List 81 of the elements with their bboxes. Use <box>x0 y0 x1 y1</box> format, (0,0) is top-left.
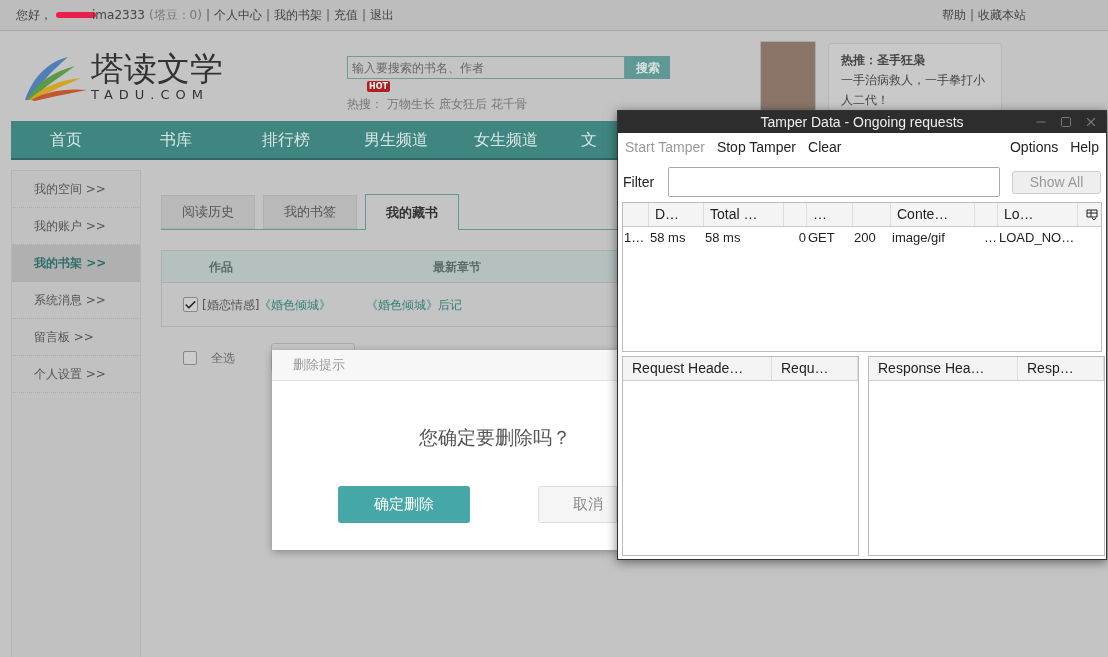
table-cell-text: 200 <box>853 229 877 248</box>
column-header[interactable]: Resp… <box>1027 358 1074 379</box>
sidebar-item[interactable]: 个人设置 >> <box>12 356 140 393</box>
column-chooser-icon[interactable] <box>1086 209 1098 221</box>
book-genre: [婚恋情感] <box>202 296 260 314</box>
tab[interactable]: 我的书签 <box>263 195 357 229</box>
nav-link[interactable]: 男生频道 <box>341 127 451 152</box>
column-header[interactable]: Total … <box>710 204 758 225</box>
search-field[interactable]: 输入要搜索的书名、作者 <box>347 56 625 79</box>
logo-title: 塔读文学 <box>91 51 223 87</box>
hot-search-label: 热搜： <box>347 96 383 113</box>
column-header[interactable]: D… <box>655 204 680 225</box>
menu-item[interactable]: Options <box>1009 136 1059 158</box>
confirm-delete-button[interactable]: 确定删除 <box>338 485 470 523</box>
column-header[interactable]: Response Hea… <box>878 358 985 379</box>
dialog-title: 删除提示 <box>293 356 345 375</box>
separator: | <box>969 7 974 24</box>
maximize-icon[interactable] <box>1060 116 1072 128</box>
nav-link[interactable]: 女生频道 <box>451 127 561 152</box>
column-header: 作品 <box>209 258 234 276</box>
separator: | <box>265 7 270 24</box>
latest-chapter-link[interactable]: 《婚色倾城》后记 <box>366 295 463 314</box>
promo-text: 一手治病救人，一手拳打小人二代！ <box>841 72 986 109</box>
separator: | <box>205 7 210 24</box>
menu-item[interactable]: Clear <box>808 136 842 158</box>
top-link[interactable]: 个人中心 <box>213 6 262 24</box>
column-header[interactable]: Request Heade… <box>632 358 744 379</box>
nav-link[interactable]: 首页 <box>11 127 121 152</box>
sidebar-item[interactable]: 留言板 >> <box>12 319 140 356</box>
table-cell-text: LOAD_NO… <box>998 229 1076 248</box>
hot-search-link[interactable]: 花千骨 <box>491 95 527 113</box>
hot-search-link[interactable]: 庶女狂后 <box>439 95 487 113</box>
sidebar-item[interactable]: 系统消息 >> <box>12 282 140 319</box>
nav-link[interactable]: 书库 <box>121 127 231 152</box>
column-header[interactable]: Conte… <box>897 204 949 225</box>
top-link[interactable]: 充值 <box>334 6 359 24</box>
search-button[interactable]: 搜索 <box>625 56 670 79</box>
book-title-link[interactable]: 《婚色倾城》 <box>259 295 365 314</box>
checkbox[interactable] <box>183 297 198 312</box>
top-link[interactable]: 收藏本站 <box>978 6 1026 24</box>
top-link[interactable]: 退出 <box>370 6 395 24</box>
table-cell-text: 58 ms <box>704 229 742 248</box>
table-cell-text: 58 ms <box>649 229 687 248</box>
tab[interactable]: 阅读历史 <box>161 195 255 229</box>
column-header[interactable]: … <box>813 204 827 225</box>
column-header[interactable]: Lo… <box>1004 204 1034 225</box>
hot-badge: HOT <box>367 81 390 92</box>
checkbox[interactable] <box>183 351 197 365</box>
column-header[interactable]: Requ… <box>781 358 829 379</box>
select-all-label: 全选 <box>211 350 235 367</box>
sidebar-item[interactable]: 我的书架 >> <box>12 245 140 282</box>
table-cell-text: … <box>983 229 998 248</box>
greeting: 您好， <box>16 7 52 24</box>
nav-link[interactable]: 排行榜 <box>231 127 341 152</box>
filter-field[interactable] <box>668 167 1000 197</box>
top-link[interactable]: 我的书架 <box>274 6 322 24</box>
username: ima2333 <box>92 7 145 24</box>
book-cover-photo <box>760 41 816 111</box>
table-cell-text: 1… <box>623 229 646 248</box>
close-icon[interactable] <box>1084 115 1098 129</box>
table-cell-text: 0 <box>797 229 807 248</box>
hot-search-link[interactable]: 万物生长 <box>387 95 435 113</box>
sidebar-item[interactable]: 我的空间 >> <box>12 171 140 208</box>
logo[interactable]: 塔读文学 TADU.COM <box>23 51 223 103</box>
logo-domain: TADU.COM <box>91 87 210 103</box>
cancel-button[interactable]: 取消 <box>538 485 617 523</box>
bean-count: (塔豆：0) <box>148 7 202 24</box>
separator: | <box>362 7 367 24</box>
dialog-message: 您确定要删除吗？ <box>419 426 571 448</box>
promo-title: 热推：圣手狂枭 <box>841 52 926 69</box>
column-header: 最新章节 <box>433 258 481 276</box>
table-cell-text: GET <box>807 229 836 248</box>
tab[interactable]: 我的藏书 <box>365 194 459 230</box>
filter-label: Filter <box>623 172 656 192</box>
table-cell-text: image/gif <box>891 229 946 248</box>
menu-item[interactable]: Stop Tamper <box>716 136 796 158</box>
nav-link[interactable]: 文 <box>561 127 617 152</box>
separator: | <box>326 7 331 24</box>
window-title: Tamper Data - Ongoing requests <box>760 112 964 132</box>
menu-item[interactable]: Help <box>1070 136 1099 158</box>
top-link[interactable]: 帮助 <box>941 6 966 24</box>
